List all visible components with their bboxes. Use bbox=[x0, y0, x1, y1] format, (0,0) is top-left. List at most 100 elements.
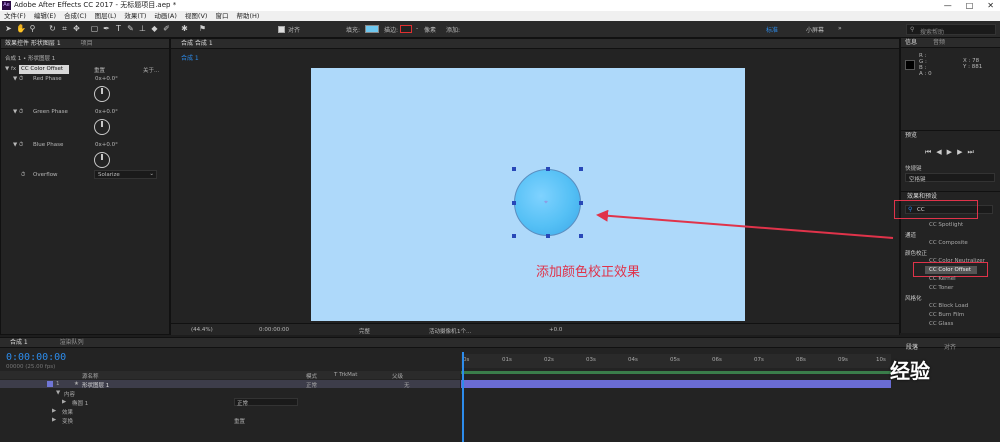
tab-paragraph[interactable]: 段落 bbox=[906, 342, 918, 351]
contents-label[interactable]: 内容 bbox=[64, 390, 75, 398]
text-tool-icon[interactable]: T bbox=[114, 24, 123, 34]
work-area-bar[interactable] bbox=[461, 371, 891, 374]
clone-tool-icon[interactable]: ⊥ bbox=[138, 24, 147, 34]
tab-audio[interactable]: 音频 bbox=[933, 39, 945, 46]
layer-mode[interactable]: 正常 bbox=[306, 381, 317, 389]
views-select[interactable]: 1个... bbox=[457, 327, 471, 335]
expand-arrow-icon[interactable]: ▶ bbox=[52, 408, 56, 414]
transform-handle[interactable] bbox=[512, 234, 516, 238]
transform-handle[interactable] bbox=[546, 234, 550, 238]
pin-tool-icon[interactable]: ⚑ bbox=[198, 24, 207, 34]
selection-tool-icon[interactable]: ➤ bbox=[4, 24, 13, 34]
add-label[interactable]: 添加: bbox=[446, 25, 460, 34]
layer-name[interactable]: 形状图层 1 bbox=[82, 381, 109, 389]
expand-arrow-icon[interactable]: ▶ bbox=[62, 399, 66, 405]
menu-edit[interactable]: 编辑(E) bbox=[34, 11, 56, 21]
transform-handle[interactable] bbox=[579, 234, 583, 238]
menu-effect[interactable]: 效果(T) bbox=[124, 11, 146, 21]
layer-duration-bar[interactable] bbox=[461, 380, 891, 388]
fill-color-swatch[interactable] bbox=[365, 25, 379, 33]
minimize-button[interactable]: — bbox=[944, 0, 952, 11]
roto-tool-icon[interactable]: ✐ bbox=[162, 24, 171, 34]
transform-group-label[interactable]: 变换 bbox=[62, 417, 73, 425]
effect-name-label[interactable]: CC Color Offset bbox=[19, 65, 69, 74]
effect-item[interactable]: CC Toner bbox=[929, 285, 953, 291]
eraser-tool-icon[interactable]: ◆ bbox=[150, 24, 159, 34]
camera-tool-icon[interactable]: ⌗ bbox=[60, 24, 69, 34]
menu-help[interactable]: 帮助(H) bbox=[236, 11, 259, 21]
tab-project[interactable]: 项目 bbox=[81, 40, 93, 47]
transform-reset-button[interactable]: 重置 bbox=[234, 417, 245, 425]
time-ruler[interactable]: 0s 01s 02s 03s 04s 05s 06s 07s 08s 09s 1… bbox=[461, 354, 891, 368]
tab-info[interactable]: 信息 bbox=[905, 39, 917, 46]
blend-mode-select[interactable]: 正常 bbox=[234, 398, 298, 407]
help-search-box[interactable]: ⚲ 搜索帮助 bbox=[906, 24, 996, 36]
red-phase-dial[interactable] bbox=[94, 86, 110, 102]
anchor-point-icon[interactable]: ⌖ bbox=[544, 198, 548, 207]
expand-arrow-icon[interactable]: ▼ bbox=[56, 390, 60, 396]
effect-category[interactable]: 颜色校正 bbox=[905, 249, 927, 257]
resolution-select[interactable]: 完整 bbox=[359, 327, 370, 335]
green-phase-value[interactable]: 0x+0.0° bbox=[95, 109, 118, 115]
preview-tab[interactable]: 预览 bbox=[901, 130, 1000, 140]
overflow-select[interactable]: Solarize ⌄ bbox=[94, 170, 157, 179]
column-trkmat[interactable]: T TrkMat bbox=[334, 372, 357, 378]
effect-item[interactable]: CC Block Load bbox=[929, 303, 968, 309]
transform-handle[interactable] bbox=[512, 201, 516, 205]
menu-layer[interactable]: 图层(L) bbox=[95, 11, 117, 21]
stopwatch-icon[interactable]: ▼ ⏱ bbox=[13, 142, 23, 149]
menu-window[interactable]: 窗口 bbox=[215, 11, 228, 21]
workspace-small-screen[interactable]: 小屏幕 bbox=[806, 25, 824, 34]
menu-animation[interactable]: 动画(A) bbox=[154, 11, 177, 21]
stroke-color-swatch[interactable] bbox=[400, 25, 412, 33]
effect-category[interactable]: 风格化 bbox=[905, 294, 922, 302]
tab-composition[interactable]: 合成 合成 1 bbox=[181, 40, 213, 47]
pen-tool-icon[interactable]: ✒ bbox=[102, 24, 111, 34]
expand-arrow-icon[interactable]: ▶ bbox=[52, 417, 56, 423]
menu-composition[interactable]: 合成(C) bbox=[64, 11, 87, 21]
blue-phase-dial[interactable] bbox=[94, 152, 110, 168]
column-parent[interactable]: 父级 bbox=[392, 372, 403, 380]
composition-sub-tab[interactable]: 合成 1 bbox=[181, 53, 199, 62]
current-time[interactable]: 0:00:00:00 bbox=[259, 327, 289, 333]
menu-file[interactable]: 文件(F) bbox=[4, 11, 26, 21]
tab-render-queue[interactable]: 渲染队列 bbox=[60, 339, 84, 346]
stroke-value[interactable]: - bbox=[416, 25, 418, 32]
ellipse-group-label[interactable]: 椭圆 1 bbox=[72, 399, 88, 407]
green-phase-dial[interactable] bbox=[94, 119, 110, 135]
pan-behind-tool-icon[interactable]: ✥ bbox=[72, 24, 81, 34]
zoom-level[interactable]: (44.4%) bbox=[191, 327, 213, 333]
effect-item[interactable]: CC Burn Film bbox=[929, 312, 964, 318]
column-mode[interactable]: 模式 bbox=[306, 372, 317, 380]
menu-view[interactable]: 视图(V) bbox=[185, 11, 208, 21]
layer-row[interactable] bbox=[0, 380, 460, 388]
reset-button[interactable]: 重置 bbox=[94, 66, 105, 74]
tab-align[interactable]: 对齐 bbox=[944, 342, 956, 351]
blue-phase-value[interactable]: 0x+0.0° bbox=[95, 142, 118, 148]
rotate-tool-icon[interactable]: ↻ bbox=[48, 24, 57, 34]
rectangle-tool-icon[interactable]: ▢ bbox=[90, 24, 99, 34]
stopwatch-icon[interactable]: ⏱ bbox=[21, 172, 25, 179]
effect-category[interactable]: 通道 bbox=[905, 231, 916, 239]
effect-item[interactable]: CC Glass bbox=[929, 321, 953, 327]
hand-tool-icon[interactable]: ✋ bbox=[16, 24, 26, 34]
camera-select[interactable]: 活动摄像机 bbox=[429, 327, 457, 335]
preview-transport-icons[interactable]: ⏮◀▶▶⏭ bbox=[925, 148, 979, 157]
stopwatch-icon[interactable]: ▼ ⏱ bbox=[13, 76, 23, 83]
layer-label-color[interactable] bbox=[47, 381, 53, 387]
brush-tool-icon[interactable]: ✎ bbox=[126, 24, 135, 34]
red-phase-value[interactable]: 0x+0.0° bbox=[95, 76, 118, 82]
timeline-timecode[interactable]: 0:00:00:00 bbox=[6, 352, 66, 363]
playhead[interactable] bbox=[462, 352, 464, 442]
tab-timeline-comp[interactable]: 合成 1 bbox=[10, 339, 28, 346]
column-source-name[interactable]: 源名称 bbox=[82, 372, 99, 380]
transform-handle[interactable] bbox=[579, 201, 583, 205]
maximize-button[interactable]: □ bbox=[966, 0, 974, 11]
tab-effect-controls[interactable]: 效果控件 形状图层 1 bbox=[5, 40, 61, 47]
align-checkbox[interactable] bbox=[278, 26, 285, 33]
stopwatch-icon[interactable]: ▼ ⏱ bbox=[13, 109, 23, 116]
effect-item[interactable]: CC Composite bbox=[929, 240, 968, 246]
workspace-standard[interactable]: 标准 bbox=[766, 25, 778, 34]
effects-group-label[interactable]: 效果 bbox=[62, 408, 73, 416]
fx-toggle-icon[interactable]: ▼ fx bbox=[5, 66, 16, 72]
